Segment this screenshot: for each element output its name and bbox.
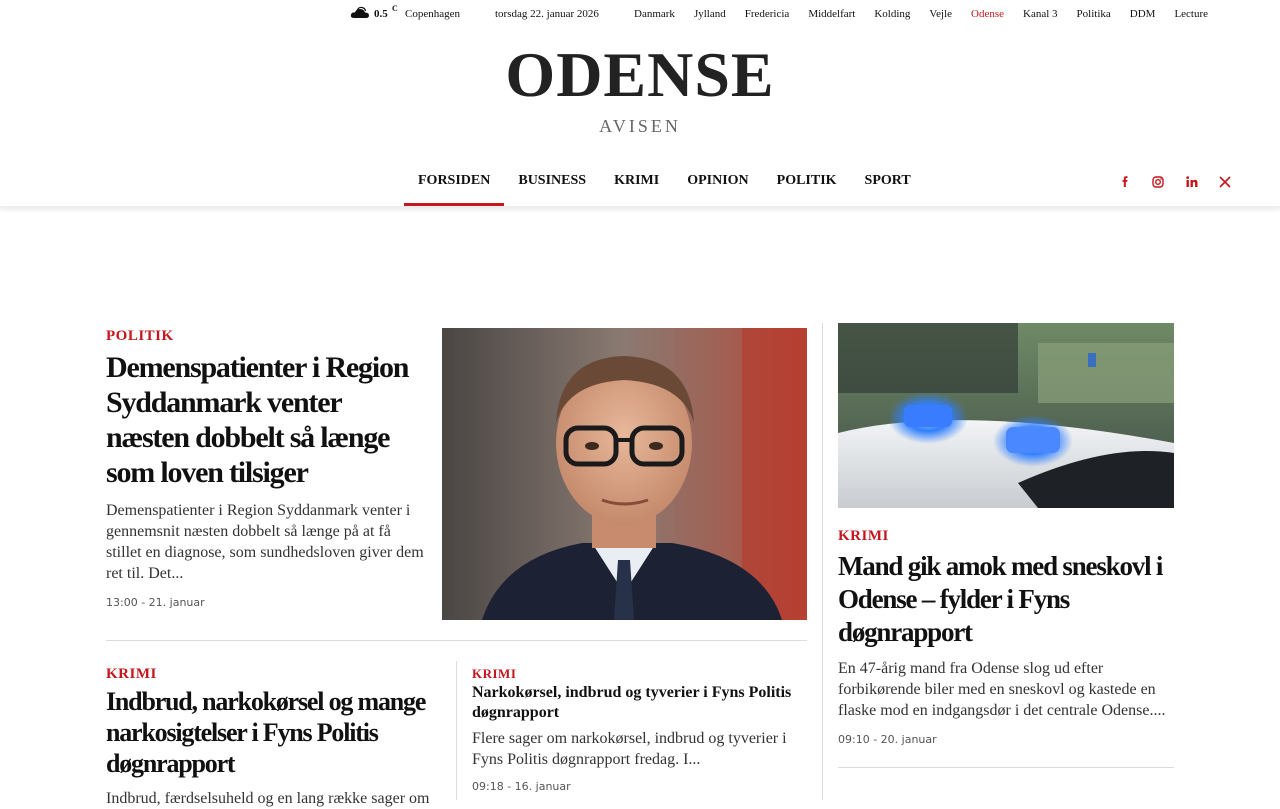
article-headline[interactable]: Demenspatienter i Region Syddanmark vent… [106,350,426,490]
divider [838,767,1174,768]
nav-sport[interactable]: SPORT [851,160,925,206]
linkedin-icon[interactable] [1184,174,1200,190]
article-headline[interactable]: Mand gik amok med sneskovl i Odense – fy… [838,550,1174,649]
toplink-fredericia[interactable]: Fredericia [745,8,790,20]
toplink-lecture[interactable]: Lecture [1174,8,1208,20]
temperature: 0.5 [374,8,388,20]
article-excerpt: Flere sager om narkokørsel, indbrud og t… [472,730,787,768]
site-logo-subtitle: AVISEN [599,116,681,136]
toplink-kolding[interactable]: Kolding [874,8,910,20]
article-timestamp: 13:00 - 21. januar [106,596,205,609]
article-timestamp: 09:10 - 20. januar [838,733,937,746]
article-category[interactable]: POLITIK [106,328,174,345]
article-excerpt: Demenspatienter i Region Syddanmark vent… [106,502,424,582]
cloud-icon [350,6,370,20]
toplink-odense[interactable]: Odense [971,8,1004,20]
toplink-middelfart[interactable]: Middelfart [808,8,855,20]
article-category[interactable]: KRIMI [106,666,157,683]
instagram-icon[interactable] [1150,174,1166,190]
nav-forsiden[interactable]: FORSIDEN [404,160,505,206]
weather-city: Copenhagen [405,8,460,20]
top-bar: 0.5 C Copenhagen torsdag 22. januar 2026… [0,0,1280,28]
site-logo[interactable]: ODENSE [0,40,1280,110]
nav-opinion[interactable]: OPINION [673,160,762,206]
divider [106,640,807,641]
nav-politik[interactable]: POLITIK [763,160,851,206]
nav-krimi[interactable]: KRIMI [600,160,673,206]
column-divider [822,323,823,800]
temperature-unit: C [392,4,398,13]
facebook-icon[interactable] [1117,174,1133,190]
toplink-danmark[interactable]: Danmark [634,8,675,20]
article-image[interactable] [442,328,807,620]
toplink-vejle[interactable]: Vejle [929,8,952,20]
current-date: torsdag 22. januar 2026 [495,8,599,20]
toplink-kanal-3[interactable]: Kanal 3 [1023,8,1058,20]
main-nav: FORSIDEN BUSINESS KRIMI OPINION POLITIK … [0,160,1280,207]
article-image[interactable] [838,323,1174,508]
article-timestamp: 09:18 - 16. januar [472,780,571,793]
nav-business[interactable]: BUSINESS [504,160,600,206]
column-divider [456,661,457,800]
toplink-politika[interactable]: Politika [1077,8,1111,20]
article-headline[interactable]: Indbrud, narkokørsel og mange narkosigte… [106,686,441,779]
article-excerpt: En 47-årig mand fra Odense slog ud efter… [838,660,1166,719]
toplink-jylland[interactable]: Jylland [694,8,726,20]
article-headline[interactable]: Narkokørsel, indbrud og tyverier i Fyns … [472,683,802,723]
article-category[interactable]: KRIMI [838,528,889,545]
toplink-ddm[interactable]: DDM [1130,8,1156,20]
article-excerpt: Indbrud, færdselsuheld og en lang række … [106,790,430,807]
top-links: Danmark Jylland Fredericia Middelfart Ko… [634,8,1227,20]
x-icon[interactable] [1217,174,1233,190]
article-category[interactable]: KRIMI [472,666,516,682]
